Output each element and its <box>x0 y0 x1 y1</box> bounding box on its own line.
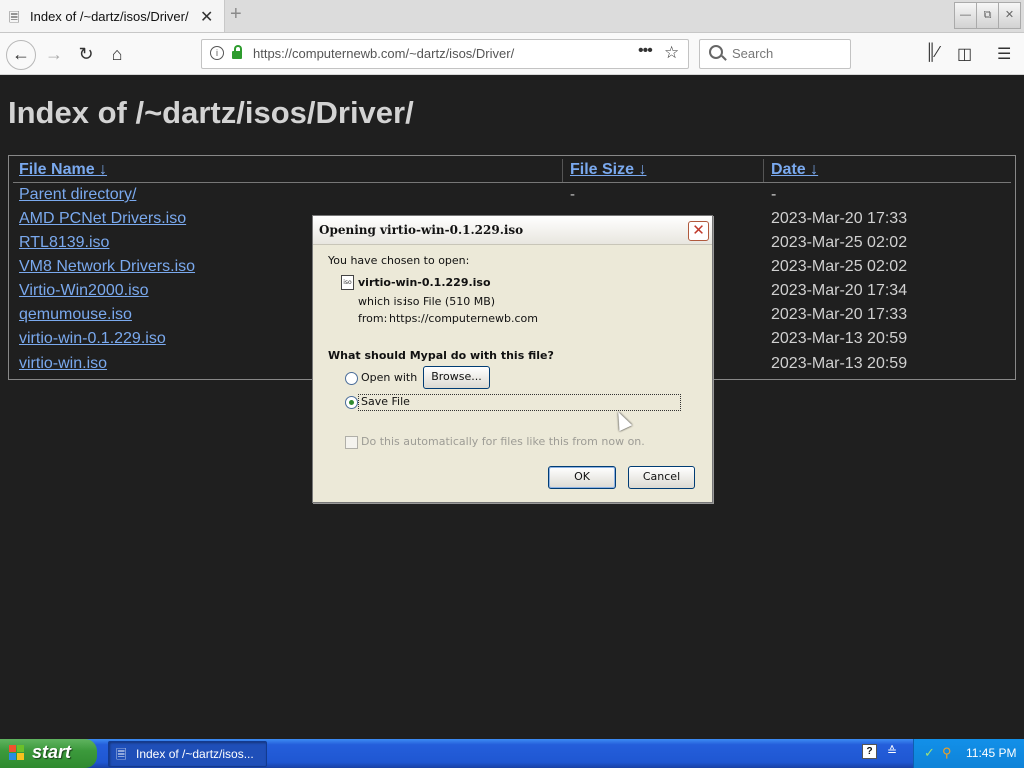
file-link[interactable]: Virtio-Win2000.iso <box>19 282 149 300</box>
windows-logo-icon <box>9 745 25 761</box>
header-file-size[interactable]: File Size ↓ <box>570 161 646 179</box>
auto-checkbox[interactable] <box>345 436 358 449</box>
window-controls: — ⧉ ✕ <box>954 2 1021 29</box>
open-with-radio[interactable] <box>345 372 358 385</box>
dialog-titlebar[interactable]: Opening virtio-win-0.1.229.iso ✕ <box>313 216 712 245</box>
iso-file-icon: iso <box>341 275 354 290</box>
cancel-button[interactable]: Cancel <box>628 466 695 489</box>
save-file-radio[interactable] <box>345 396 358 409</box>
start-button[interactable]: start <box>0 739 97 768</box>
which-is-value: iso File (510 MB) <box>404 295 496 308</box>
ok-button[interactable]: OK <box>548 466 616 489</box>
clock: 11:45 PM <box>966 746 1017 760</box>
from-label: from: <box>358 312 388 325</box>
search-box[interactable]: Search <box>699 39 851 69</box>
header-file-name[interactable]: File Name ↓ <box>19 161 107 179</box>
home-button[interactable]: ⌂ <box>103 40 131 68</box>
file-link[interactable]: virtio-win.iso <box>19 355 107 373</box>
nav-bar: ← → ↻ ⌂ i https://computernewb.com/~dart… <box>0 33 1024 75</box>
address-bar[interactable]: i https://computernewb.com/~dartz/isos/D… <box>201 39 689 69</box>
browser-icon: 🗏 <box>116 747 127 762</box>
tab-title: Index of /~dartz/isos/Driver/ <box>30 9 189 24</box>
library-icon[interactable]: ║⁄ <box>925 44 939 62</box>
column-divider <box>562 159 563 183</box>
column-divider <box>763 159 764 183</box>
minimize-button[interactable]: — <box>954 2 977 29</box>
dialog-close-button[interactable]: ✕ <box>688 221 709 241</box>
file-date: 2023-Mar-13 20:59 <box>771 355 908 372</box>
collapse-tray-icon[interactable]: ≙ <box>887 744 897 758</box>
header-date[interactable]: Date ↓ <box>771 161 818 179</box>
file-date: 2023-Mar-13 20:59 <box>771 330 908 347</box>
chosen-text: You have chosen to open: <box>328 254 470 267</box>
system-tray: ✓ ⚲ 11:45 PM <box>913 739 1024 768</box>
file-date: - <box>771 186 777 203</box>
file-link[interactable]: AMD PCNet Drivers.iso <box>19 210 186 228</box>
info-icon[interactable]: i <box>210 46 224 60</box>
save-file-label[interactable]: Save File <box>361 395 410 408</box>
table-row: Parent directory/ - - <box>9 186 1015 210</box>
new-tab-button[interactable]: + <box>230 3 242 26</box>
search-tray-icon[interactable]: ⚲ <box>942 745 952 761</box>
reload-button[interactable]: ↻ <box>72 40 100 68</box>
download-dialog: Opening virtio-win-0.1.229.iso ✕ You hav… <box>312 215 713 503</box>
restore-button[interactable]: ⧉ <box>976 2 999 29</box>
file-link[interactable]: RTL8139.iso <box>19 234 109 252</box>
file-date: 2023-Mar-20 17:33 <box>771 210 908 227</box>
file-link[interactable]: virtio-win-0.1.229.iso <box>19 330 166 348</box>
dialog-file-name: virtio-win-0.1.229.iso <box>358 276 491 289</box>
dialog-question: What should Mypal do with this file? <box>328 349 554 362</box>
page-icon: 🗏 <box>9 10 20 25</box>
close-tab-icon[interactable]: ✕ <box>200 7 213 27</box>
which-is-label: which is: <box>358 295 407 308</box>
forward-button[interactable]: → <box>40 40 68 68</box>
file-date: 2023-Mar-25 02:02 <box>771 234 908 251</box>
page-title: Index of /~dartz/isos/Driver/ <box>8 95 414 130</box>
header-rule <box>13 182 1011 183</box>
taskbar-window-button[interactable]: 🗏 Index of /~dartz/isos... <box>108 741 267 767</box>
menu-icon[interactable]: ☰ <box>997 44 1011 64</box>
file-date: 2023-Mar-20 17:34 <box>771 282 908 299</box>
url-text[interactable]: https://computernewb.com/~dartz/isos/Dri… <box>253 46 514 61</box>
dialog-title: Opening virtio-win-0.1.229.iso <box>319 223 524 237</box>
dialog-body: You have chosen to open: iso virtio-win-… <box>314 245 710 500</box>
from-value: https://computernewb.com <box>389 312 538 325</box>
browser-tab[interactable]: 🗏 Index of /~dartz/isos/Driver/ ✕ <box>0 0 225 32</box>
page-actions-icon[interactable]: ••• <box>638 42 653 60</box>
sidebar-icon[interactable]: ◫ <box>957 44 972 64</box>
network-icon[interactable]: ✓ <box>924 745 935 761</box>
search-icon <box>709 45 723 59</box>
file-link[interactable]: VM8 Network Drivers.iso <box>19 258 195 276</box>
lock-icon[interactable] <box>232 45 242 59</box>
tab-bar: 🗏 Index of /~dartz/isos/Driver/ ✕ + — ⧉ … <box>0 0 1024 33</box>
browse-button[interactable]: Browse... <box>423 366 490 389</box>
file-date: 2023-Mar-20 17:33 <box>771 306 908 323</box>
auto-label: Do this automatically for files like thi… <box>361 435 645 448</box>
search-input[interactable]: Search <box>732 46 773 61</box>
start-label: start <box>32 742 72 762</box>
taskbar-window-label: Index of /~dartz/isos... <box>136 747 254 761</box>
window-close-button[interactable]: ✕ <box>998 2 1021 29</box>
bookmark-star-icon[interactable]: ☆ <box>664 43 679 63</box>
open-with-label[interactable]: Open with <box>361 371 417 384</box>
file-date: 2023-Mar-25 02:02 <box>771 258 908 275</box>
help-icon[interactable]: ? <box>862 744 877 759</box>
back-button[interactable]: ← <box>6 40 36 70</box>
file-link[interactable]: Parent directory/ <box>19 186 136 204</box>
taskbar: start 🗏 Index of /~dartz/isos... ? ≙ ✓ ⚲… <box>0 739 1024 768</box>
file-size: - <box>570 186 575 203</box>
file-link[interactable]: qemumouse.iso <box>19 306 132 324</box>
